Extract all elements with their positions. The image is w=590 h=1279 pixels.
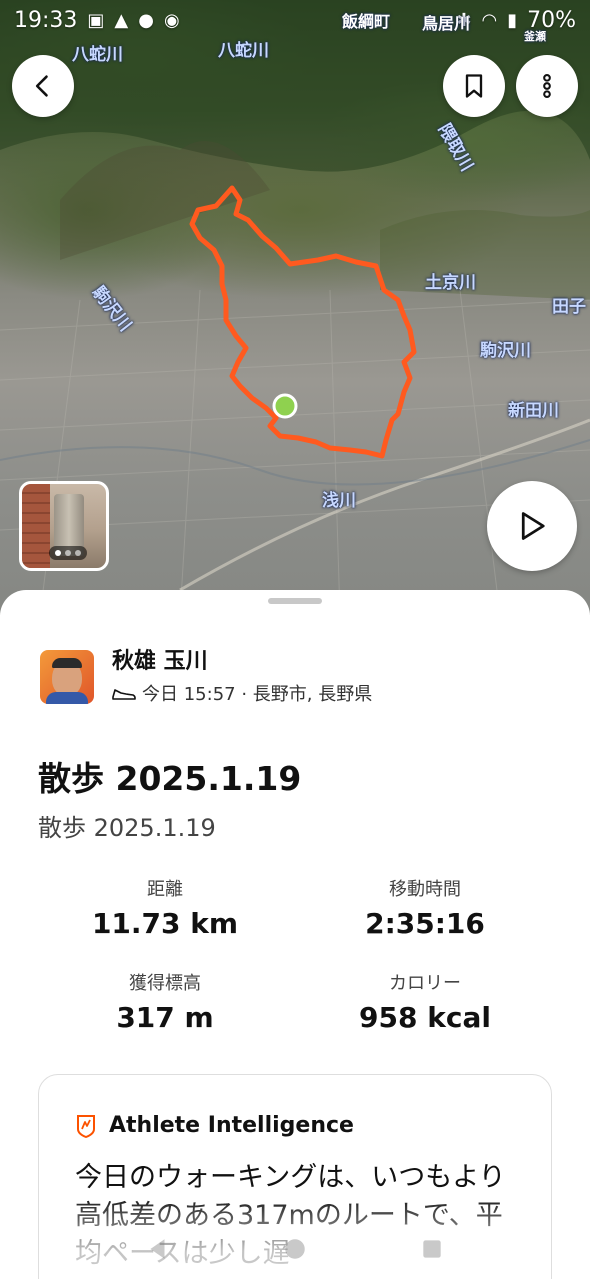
stat-moving-time: 移動時間 2:35:16 — [300, 875, 550, 940]
stat-value: 11.73 km — [91, 907, 239, 940]
map-label: 田子 — [552, 297, 586, 317]
bookmark-icon — [465, 74, 483, 98]
stat-elevation-gain: 獲得標高 317 m — [40, 969, 290, 1034]
status-bar: 19:33 ▣ ▲ ● ◉ ✱ ◠ ▮ 70% — [0, 0, 590, 40]
activity-title: 散歩 2025.1.19 — [38, 759, 302, 798]
stat-value: 958 kcal — [359, 1001, 491, 1034]
route-line — [189, 185, 417, 459]
map-label: 駒沢川 — [480, 341, 531, 361]
bookmark-button[interactable] — [443, 55, 505, 117]
photo-wall — [22, 484, 50, 568]
stat-label: カロリー — [389, 973, 461, 994]
map-label: 土京川 — [425, 273, 476, 293]
system-nav-bar — [0, 1219, 590, 1279]
map-label: 鳥居川 — [422, 14, 471, 33]
activity-meta: 今日 15:57 · 長野市, 長野県 — [112, 680, 372, 706]
play-flyover-button[interactable] — [487, 481, 577, 571]
nav-recents-icon[interactable] — [419, 1236, 445, 1262]
athlete-intelligence-header: Athlete Intelligence — [75, 1113, 354, 1138]
nav-home-icon[interactable] — [282, 1236, 308, 1262]
stat-label: 距離 — [147, 879, 183, 900]
map-label: 浅川 — [322, 491, 356, 511]
activity-sheet: 秋雄 玉川 今日 15:57 · 長野市, 長野県 散歩 2025.1.19 散… — [0, 590, 590, 1279]
more-options-button[interactable] — [516, 55, 578, 117]
app-icon: ● — [138, 9, 154, 31]
route-map[interactable]: 19:33 ▣ ▲ ● ◉ ✱ ◠ ▮ 70% 八蛇川 八蛇川 隈取川 土京川 … — [0, 0, 590, 615]
more-vertical-icon — [543, 73, 551, 99]
activity-description: 散歩 2025.1.19 — [38, 814, 216, 842]
signal-icon: ▮ — [507, 9, 518, 31]
play-icon — [521, 512, 545, 540]
stat-value: 317 m — [116, 1001, 214, 1034]
wifi-icon: ◠ — [481, 9, 498, 31]
photo-thumbnail[interactable] — [19, 481, 109, 571]
photo-count-dots — [49, 546, 87, 560]
stat-label: 移動時間 — [389, 879, 461, 900]
avatar[interactable] — [40, 650, 94, 704]
athlete-name[interactable]: 秋雄 玉川 — [112, 648, 372, 676]
athlete-intelligence-icon — [77, 1114, 95, 1138]
status-time: 19:33 — [14, 7, 78, 33]
nav-back-icon[interactable] — [145, 1236, 171, 1262]
back-button[interactable] — [12, 55, 74, 117]
notification-icon: ▣ — [87, 9, 105, 31]
stat-label: 獲得標高 — [129, 973, 201, 994]
map-label: 飯綱町 — [342, 12, 391, 31]
stat-value: 2:35:16 — [365, 907, 485, 940]
map-label: 新田川 — [508, 401, 559, 421]
stat-calories: カロリー 958 kcal — [300, 969, 550, 1034]
map-label: 釜瀬 — [524, 30, 546, 43]
start-marker — [272, 393, 298, 419]
chevron-left-icon — [35, 75, 48, 97]
warning-icon: ▲ — [114, 9, 129, 31]
athlete-header[interactable]: 秋雄 玉川 今日 15:57 · 長野市, 長野県 — [40, 648, 372, 706]
map-label: 八蛇川 — [218, 41, 269, 61]
sheet-handle[interactable] — [268, 598, 322, 604]
activity-time-location: 今日 15:57 · 長野市, 長野県 — [142, 684, 373, 705]
athlete-intelligence-title: Athlete Intelligence — [109, 1113, 354, 1138]
stat-distance: 距離 11.73 km — [40, 875, 290, 940]
shoe-icon — [112, 689, 136, 700]
github-icon: ◉ — [163, 9, 180, 31]
map-label: 八蛇川 — [72, 45, 123, 65]
